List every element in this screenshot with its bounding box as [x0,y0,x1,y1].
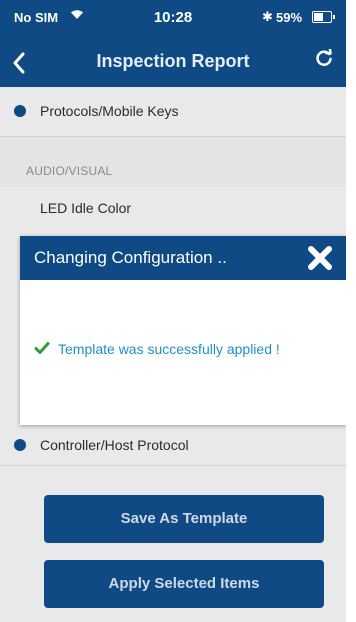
battery-fill [314,13,323,21]
status-dot-icon [14,439,26,451]
close-icon [308,246,332,270]
app-header: No SIM 10:28 ✱ 59% Inspection Report [0,0,346,87]
dialog-header: Changing Configuration .. [20,236,346,280]
list-item-led-idle-color[interactable]: LED Idle Color [0,187,346,232]
dialog-message: Template was successfully applied ! [58,341,280,357]
refresh-icon [316,48,332,66]
dialog-title: Changing Configuration .. [34,248,227,267]
list-item-controller-host-protocol[interactable]: Controller/Host Protocol [0,425,346,465]
refresh-button[interactable] [315,48,333,73]
bluetooth-icon: ✱ [262,9,273,24]
list-item-label: LED Idle Color [40,200,132,216]
status-dot-icon [14,105,26,117]
battery-icon [312,11,335,23]
dialog-body: Template was successfully applied ! [20,280,346,425]
dialog-close-button[interactable] [302,240,338,276]
divider [0,465,346,466]
apply-selected-items-button[interactable]: Apply Selected Items [44,560,324,608]
nav-bar: Inspection Report [0,38,346,87]
list-item-label: Protocols/Mobile Keys [40,103,179,119]
checkmark-icon [34,340,50,360]
list-item-label: Controller/Host Protocol [40,437,189,453]
battery-percent: 59% [276,10,303,25]
configuration-dialog: Changing Configuration .. Template was s… [20,236,346,425]
save-as-template-button[interactable]: Save As Template [44,495,324,543]
app-screen: No SIM 10:28 ✱ 59% Inspection Report Pro… [0,0,346,622]
screen-edge [346,0,356,622]
section-label: AUDIO/VISUAL [26,164,113,178]
status-bar: No SIM 10:28 ✱ 59% [0,0,346,38]
list-item-protocols[interactable]: Protocols/Mobile Keys [0,87,346,136]
page-title: Inspection Report [96,51,250,71]
section-header-audio-visual: AUDIO/VISUAL [0,137,346,187]
